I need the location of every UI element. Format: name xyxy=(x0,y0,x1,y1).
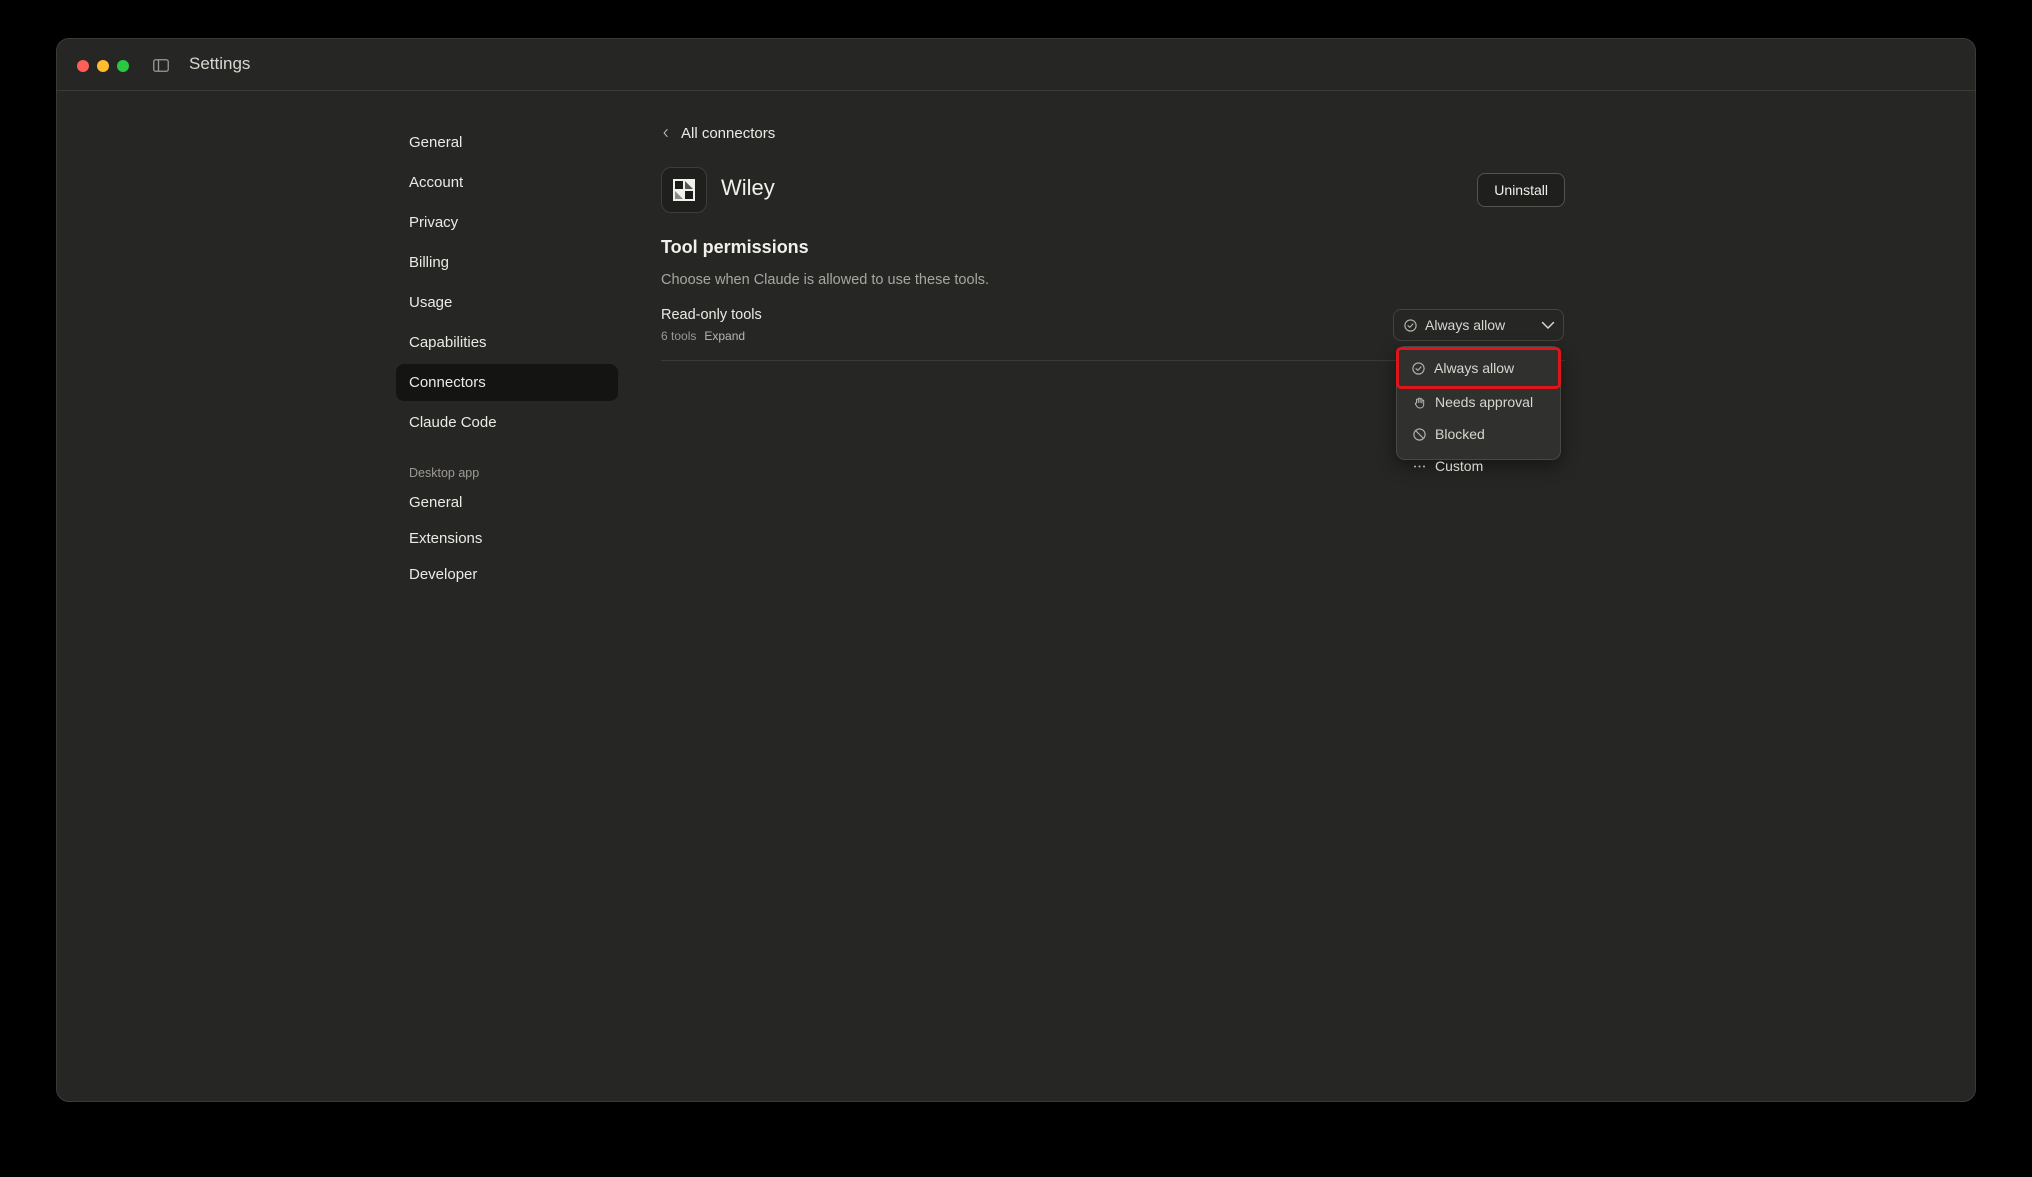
menu-item-always-allow[interactable]: Always allow xyxy=(1396,347,1561,389)
sidebar-item-extensions[interactable]: Extensions xyxy=(396,522,618,555)
tool-permissions-heading: Tool permissions xyxy=(661,237,809,257)
sidebar-item-developer[interactable]: Developer xyxy=(396,558,618,591)
sidebar-item-usage[interactable]: Usage xyxy=(396,284,618,321)
menu-item-label: Needs approval xyxy=(1435,394,1534,410)
uninstall-button[interactable]: Uninstall xyxy=(1477,173,1565,207)
maximize-window-button[interactable] xyxy=(117,60,129,72)
chevron-left-icon xyxy=(663,129,668,137)
tool-permissions-description: Choose when Claude is allowed to use the… xyxy=(661,272,990,288)
sidebar-item-billing[interactable]: Billing xyxy=(396,244,618,281)
menu-item-label: Always allow xyxy=(1434,360,1515,376)
menu-item-custom[interactable]: Custom xyxy=(1400,450,1557,482)
permission-select-value: Always allow xyxy=(1425,317,1506,333)
check-circle-icon xyxy=(1412,361,1425,375)
back-link-label: All connectors xyxy=(681,124,776,142)
connector-logo xyxy=(661,167,707,213)
sidebar-item-connectors[interactable]: Connectors xyxy=(396,364,618,401)
ellipsis-icon xyxy=(1414,465,1425,467)
sidebar-toggle-icon[interactable] xyxy=(153,59,169,72)
sidebar-item-privacy[interactable]: Privacy xyxy=(396,204,618,241)
permission-dropdown-menu: Always allow Needs approval Blocked Cust… xyxy=(1396,346,1561,474)
menu-item-label: Custom xyxy=(1435,458,1484,474)
sidebar-item-general[interactable]: General xyxy=(396,124,618,161)
menu-item-needs-approval[interactable]: Needs approval xyxy=(1400,386,1557,418)
window-title: Settings xyxy=(189,54,251,73)
settings-window: Settings General Account Privacy Billing… xyxy=(56,38,1976,1102)
tool-count: 6 tools xyxy=(661,329,697,343)
chevron-down-icon xyxy=(1541,321,1555,329)
sidebar-section-desktop-app: Desktop app xyxy=(409,466,480,480)
menu-item-label: Blocked xyxy=(1435,426,1485,442)
permission-select[interactable]: Always allow xyxy=(1393,309,1564,341)
minimize-window-button[interactable] xyxy=(97,60,109,72)
sidebar-item-account[interactable]: Account xyxy=(396,164,618,201)
wiley-logo-icon xyxy=(673,179,695,201)
blocked-icon xyxy=(1413,427,1426,441)
sidebar-item-claude-code[interactable]: Claude Code xyxy=(396,404,618,441)
check-circle-icon xyxy=(1404,318,1417,332)
close-window-button[interactable] xyxy=(77,60,89,72)
back-to-connectors-link[interactable]: All connectors xyxy=(661,122,775,144)
settings-sidebar: General Account Privacy Billing Usage Ca… xyxy=(396,124,618,594)
tool-group-title: Read-only tools xyxy=(661,307,762,323)
expand-tools-button[interactable]: Expand xyxy=(704,329,745,343)
connector-name: Wiley xyxy=(721,175,775,200)
title-bar: Settings xyxy=(57,39,1975,91)
sidebar-item-capabilities[interactable]: Capabilities xyxy=(396,324,618,361)
sidebar-item-desktop-general[interactable]: General xyxy=(396,486,618,519)
menu-item-blocked[interactable]: Blocked xyxy=(1400,418,1557,450)
hand-icon xyxy=(1414,397,1425,408)
tool-group-meta: 6 tools Expand xyxy=(661,329,745,343)
